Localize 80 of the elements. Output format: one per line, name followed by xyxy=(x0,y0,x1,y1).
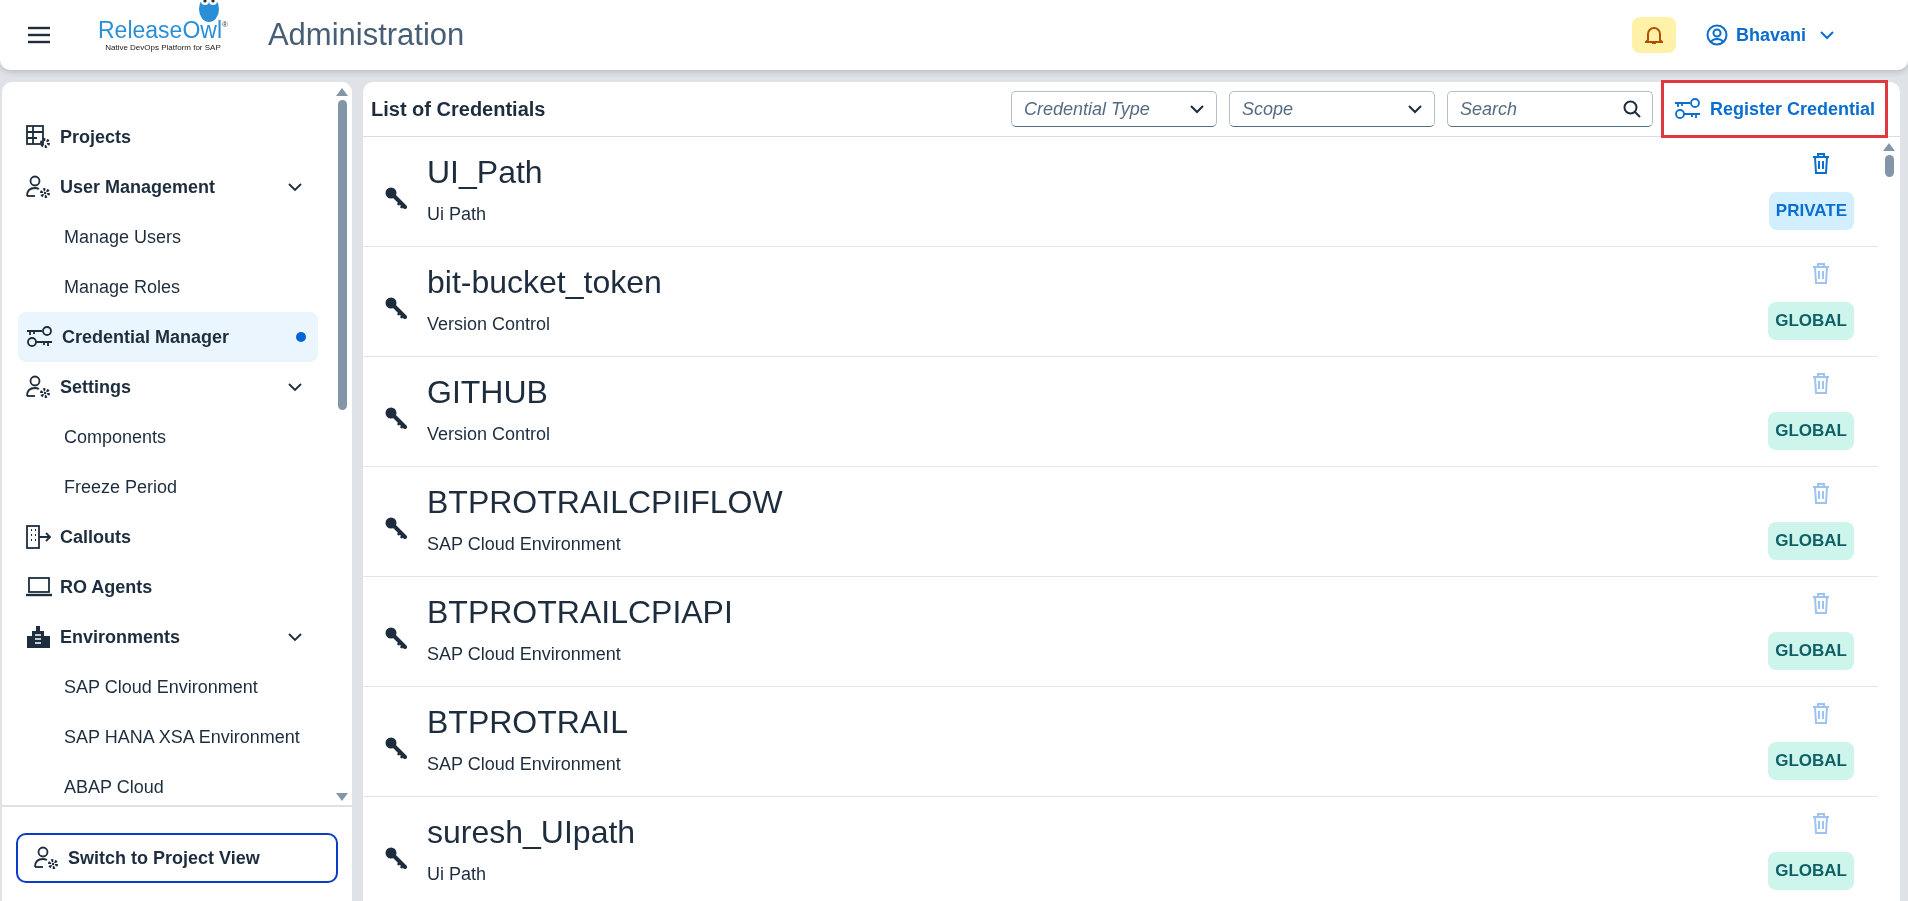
user-gear-icon xyxy=(26,175,52,199)
user-gear-icon xyxy=(26,375,52,399)
sidebar-subitem[interactable]: ABAP Cloud xyxy=(18,762,318,805)
logo-tagline: Native DevOps Platform for SAP xyxy=(105,41,221,54)
credential-type: Version Control xyxy=(427,422,552,446)
keys-icon xyxy=(1673,98,1702,120)
scope-tag: GLOBAL xyxy=(1768,412,1854,450)
user-icon xyxy=(1705,24,1728,46)
chevron-down-icon xyxy=(1407,104,1422,114)
chevron-down-icon xyxy=(1820,30,1834,40)
dropdown-field[interactable]: Scope xyxy=(1228,91,1435,127)
sidebar-item[interactable]: RO Agents xyxy=(18,562,318,612)
credential-name: suresh_UIpath xyxy=(427,815,637,851)
credential-name: BTPROTRAIL xyxy=(427,705,629,741)
credential-name: BTPROTRAILCPIAPI xyxy=(427,595,734,631)
scrollbar-thumb[interactable] xyxy=(1884,155,1894,177)
building-arrow-icon xyxy=(26,525,52,549)
key-icon xyxy=(385,296,407,319)
sidebar-subitem[interactable]: Components xyxy=(18,412,318,462)
logo-text: ReleaseOwl xyxy=(98,18,222,42)
delete-icon[interactable] xyxy=(1812,153,1830,175)
chevron-icon xyxy=(288,382,302,392)
registered-mark: ® xyxy=(222,18,228,29)
key-icon xyxy=(385,406,407,429)
laptop-icon xyxy=(26,576,52,598)
credential-type: Version Control xyxy=(427,312,552,336)
chevron-icon xyxy=(288,182,302,192)
credential-type: Ui Path xyxy=(427,862,488,886)
user-gear-icon xyxy=(34,846,60,870)
register-credential-button[interactable]: Register Credential xyxy=(1660,80,1888,138)
key-icon xyxy=(385,846,407,869)
scope-tag: PRIVATE xyxy=(1768,192,1854,230)
notification-button[interactable] xyxy=(1631,17,1676,53)
sidebar-item[interactable]: User Management xyxy=(18,162,318,212)
scroll-up-icon[interactable] xyxy=(1883,143,1895,151)
credential-type: Ui Path xyxy=(427,202,488,226)
scope-tag: GLOBAL xyxy=(1768,302,1854,340)
scroll-up-icon[interactable] xyxy=(336,88,348,96)
scrollbar-thumb[interactable] xyxy=(337,100,347,410)
keys-icon xyxy=(26,326,54,348)
scroll-down-icon[interactable] xyxy=(336,793,348,801)
sidebar-subitem[interactable]: SAP Cloud Environment xyxy=(18,662,318,712)
credential-type: SAP Cloud Environment xyxy=(427,752,622,776)
sidebar-subitem[interactable]: Freeze Period xyxy=(18,462,318,512)
sidebar-item[interactable]: Projects xyxy=(18,112,318,162)
credential-name: GITHUB xyxy=(427,375,549,411)
table-gear-icon xyxy=(26,125,52,149)
sidebar-item[interactable]: Callouts xyxy=(18,512,318,562)
buildings-icon xyxy=(26,625,52,649)
scope-tag: GLOBAL xyxy=(1768,852,1854,890)
key-icon xyxy=(385,516,407,539)
chevron-icon xyxy=(288,632,302,642)
sidebar-item[interactable]: Credential Manager xyxy=(18,312,318,362)
credential-type: SAP Cloud Environment xyxy=(427,532,622,556)
credential-name: bit-bucket_token xyxy=(427,265,663,301)
sidebar-subitem[interactable]: Manage Roles xyxy=(18,262,318,312)
dropdown-field[interactable]: Credential Type xyxy=(1010,91,1217,127)
key-icon xyxy=(385,186,407,209)
list-title: List of Credentials xyxy=(371,97,546,122)
credential-name: BTPROTRAILCPIIFLOW xyxy=(427,485,784,521)
sidebar-subitem[interactable]: Manage Users xyxy=(18,212,318,262)
bell-icon xyxy=(1644,25,1663,45)
credential-name: UI_Path xyxy=(427,155,544,191)
credential-type: SAP Cloud Environment xyxy=(427,642,622,666)
key-icon xyxy=(385,626,407,649)
menu-icon[interactable] xyxy=(28,26,50,44)
selected-dot xyxy=(296,332,306,342)
chevron-down-icon xyxy=(1189,104,1204,114)
sidebar-subitem[interactable]: SAP HANA XSA Environment xyxy=(18,712,318,762)
key-icon xyxy=(385,736,407,759)
sidebar-item[interactable]: Settings xyxy=(18,362,318,412)
scope-tag: GLOBAL xyxy=(1768,742,1854,780)
scope-tag: GLOBAL xyxy=(1768,522,1854,560)
search-field[interactable]: Search xyxy=(1446,91,1653,127)
switch-view-button[interactable]: Switch to Project View xyxy=(16,833,338,883)
sidebar-item[interactable]: Environments xyxy=(18,612,318,662)
search-icon[interactable] xyxy=(1622,100,1641,118)
user-menu[interactable]: Bhavani xyxy=(1699,20,1840,50)
page-title: Administration xyxy=(267,15,465,54)
scope-tag: GLOBAL xyxy=(1768,632,1854,670)
